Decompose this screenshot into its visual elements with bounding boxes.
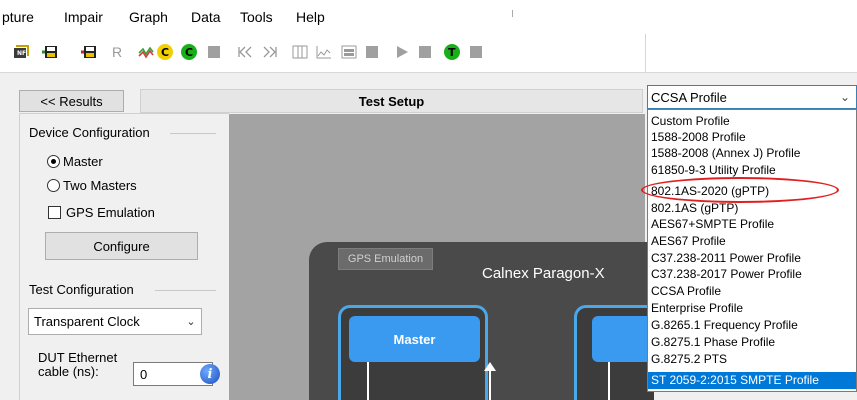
- save-config-icon[interactable]: [41, 43, 59, 61]
- dut-label-line2: cable (ns):: [38, 364, 99, 379]
- clock-mode-select[interactable]: Transparent Clock ⌄: [28, 308, 202, 335]
- chevron-down-icon: ⌄: [186, 316, 196, 328]
- slave-box[interactable]: [592, 316, 652, 362]
- profile-option[interactable]: 802.1AS-2020 (gPTP): [648, 184, 856, 199]
- profile-option[interactable]: G.8275.2 PTS: [648, 352, 856, 367]
- table-icon[interactable]: [340, 43, 358, 61]
- profile-option[interactable]: AES67 Profile: [648, 234, 856, 249]
- profile-option[interactable]: 61850-9-3 Utility Profile: [648, 163, 856, 178]
- square-icon[interactable]: [363, 43, 381, 61]
- toolbar-separator: [645, 34, 646, 72]
- menu-graph[interactable]: Graph: [129, 9, 168, 25]
- c-green-icon[interactable]: C: [180, 43, 198, 61]
- play-icon[interactable]: [393, 43, 411, 61]
- profile-option[interactable]: G.8275.1 Phase Profile: [648, 335, 856, 350]
- profile-option[interactable]: 1588-2008 Profile: [648, 130, 856, 145]
- page-title: Test Setup: [358, 94, 425, 109]
- profile-option[interactable]: G.8265.1 Frequency Profile: [648, 318, 856, 333]
- chevron-down-icon: ⌄: [839, 90, 851, 104]
- gps-emulation-tab[interactable]: GPS Emulation: [338, 248, 433, 270]
- profile-option[interactable]: 1588-2008 (Annex J) Profile: [648, 146, 856, 161]
- connector-line: [489, 370, 491, 400]
- profile-option[interactable]: C37.238-2011 Power Profile: [648, 251, 856, 266]
- profile-select[interactable]: CCSA Profile ⌄: [647, 85, 857, 109]
- window-divider: [512, 10, 513, 17]
- fast-forward-icon[interactable]: [261, 43, 279, 61]
- menu-tools[interactable]: Tools: [240, 9, 273, 25]
- device-config-title: Device Configuration: [29, 125, 150, 140]
- master-radio[interactable]: Master: [47, 154, 103, 169]
- gps-emulation-label: GPS Emulation: [66, 205, 155, 220]
- svg-text:NF: NF: [17, 50, 26, 57]
- profile-option[interactable]: 802.1AS (gPTP): [648, 201, 856, 216]
- profile-option[interactable]: CCSA Profile: [648, 284, 856, 299]
- profile-dropdown-list: Custom Profile 1588-2008 Profile 1588-20…: [647, 109, 857, 392]
- enf-icon[interactable]: NF: [13, 43, 31, 61]
- device-title: Calnex Paragon-X: [482, 265, 605, 282]
- square-icon-2[interactable]: [467, 43, 485, 61]
- group-divider: [155, 290, 216, 291]
- two-masters-radio[interactable]: Two Masters: [47, 178, 137, 193]
- profile-option-selected[interactable]: ST 2059-2:2015 SMPTE Profile: [648, 372, 856, 389]
- menu-impair[interactable]: Impair: [64, 9, 103, 25]
- group-divider: [170, 133, 216, 134]
- checkbox-icon: [48, 206, 61, 219]
- menu-capture[interactable]: pture: [2, 9, 34, 25]
- results-button[interactable]: << Results: [19, 90, 124, 112]
- menu-bar: pture Impair Graph Data Tools Help: [0, 0, 857, 34]
- master-radio-label: Master: [63, 154, 103, 169]
- radio-selected-icon: [47, 155, 60, 168]
- master-box[interactable]: Master: [349, 316, 480, 362]
- profile-option[interactable]: Enterprise Profile: [648, 301, 856, 316]
- two-masters-radio-label: Two Masters: [63, 178, 137, 193]
- profile-option[interactable]: C37.238-2017 Power Profile: [648, 267, 856, 282]
- info-icon[interactable]: i: [200, 364, 220, 384]
- menu-help[interactable]: Help: [296, 9, 325, 25]
- profile-option[interactable]: AES67+SMPTE Profile: [648, 217, 856, 232]
- save-config-alt-icon[interactable]: [80, 43, 98, 61]
- profile-option[interactable]: Custom Profile: [648, 114, 856, 129]
- stop-icon[interactable]: [205, 43, 223, 61]
- test-config-title: Test Configuration: [29, 282, 134, 297]
- config-panel: Device Configuration Master Two Masters …: [19, 113, 229, 400]
- clock-mode-value: Transparent Clock: [34, 314, 140, 329]
- arrow-up-icon: [484, 362, 496, 371]
- rewind-icon[interactable]: [236, 43, 254, 61]
- toolbar: NF R C C T: [0, 34, 857, 72]
- svg-text:C: C: [161, 46, 169, 59]
- svg-text:C: C: [185, 46, 193, 59]
- connector-line: [608, 362, 610, 400]
- gps-emulation-checkbox[interactable]: GPS Emulation: [48, 205, 155, 220]
- r-icon[interactable]: R: [108, 43, 126, 61]
- graph-icon[interactable]: [137, 43, 155, 61]
- stop-icon-2[interactable]: [416, 43, 434, 61]
- connector-line: [367, 362, 369, 400]
- c-yellow-icon[interactable]: C: [156, 43, 174, 61]
- header-bar: Test Setup: [140, 89, 643, 113]
- t-green-icon[interactable]: T: [443, 43, 461, 61]
- configure-button[interactable]: Configure: [45, 232, 198, 260]
- chart-icon[interactable]: [315, 43, 333, 61]
- radio-unselected-icon: [47, 179, 60, 192]
- profile-select-value: CCSA Profile: [651, 89, 727, 105]
- dut-label-line1: DUT Ethernet: [38, 350, 118, 365]
- dut-cable-label: DUT Ethernet cable (ns):: [38, 351, 117, 379]
- svg-text:T: T: [448, 46, 456, 59]
- menu-data[interactable]: Data: [191, 9, 221, 25]
- grid-icon[interactable]: [291, 43, 309, 61]
